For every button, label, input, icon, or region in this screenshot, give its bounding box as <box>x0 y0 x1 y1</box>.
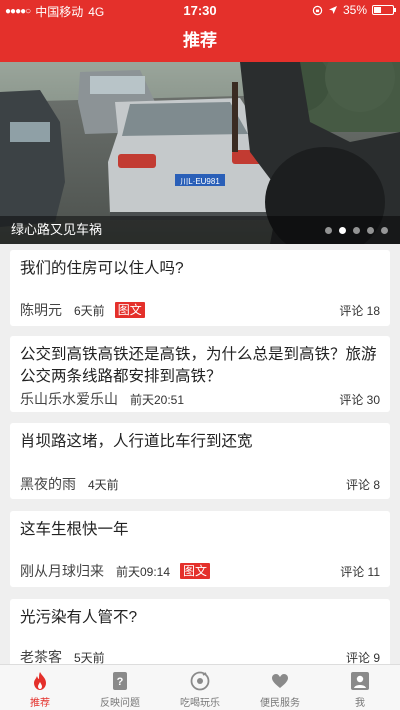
tab-question-doc[interactable]: ? 反映问题 <box>80 665 160 710</box>
post-comment-count[interactable]: 评论 30 <box>339 391 380 408</box>
location-arrow-icon <box>328 6 337 14</box>
carousel-dot[interactable] <box>381 227 388 234</box>
post-meta: 乐山乐水爱乐山 前天20:51 评论 30 <box>20 389 380 409</box>
post-author[interactable]: 黑夜的雨 <box>20 474 76 494</box>
page-title: 推荐 <box>183 31 217 50</box>
battery-percent: 35% <box>342 3 367 17</box>
post-time: 5天前 <box>74 650 105 665</box>
post-meta: 刚从月球归来 前天09:14 图文 评论 11 <box>20 561 380 581</box>
post-time: 4天前 <box>88 477 119 492</box>
post-title: 光污染有人管不? <box>20 609 138 626</box>
post-author[interactable]: 陈明元 <box>20 300 62 320</box>
tab-heart-hands[interactable]: 便民服务 <box>240 665 320 710</box>
post-card[interactable]: 我们的住房可以住人吗? 陈明元 6天前 图文 评论 18 <box>10 250 390 326</box>
carousel-indicator <box>325 227 388 234</box>
post-comment-count[interactable]: 评论 18 <box>339 302 380 319</box>
person-icon <box>349 671 371 691</box>
tab-label: 推荐 <box>30 698 50 709</box>
question-doc-icon: ? <box>109 671 131 691</box>
tab-flame[interactable]: 推荐 <box>0 665 80 710</box>
nav-bar: 推荐 <box>0 20 400 62</box>
tab-music-disc[interactable]: 吃喝玩乐 <box>160 665 240 710</box>
license-plate: 川L·EU981 <box>180 177 220 186</box>
post-meta: 陈明元 6天前 图文 评论 18 <box>20 300 380 320</box>
post-author[interactable]: 乐山乐水爱乐山 <box>20 389 118 409</box>
post-title: 我们的住房可以住人吗? <box>20 260 184 277</box>
svg-text:?: ? <box>117 676 124 688</box>
post-author[interactable]: 刚从月球归来 <box>20 561 104 581</box>
lock-rotation-icon <box>312 5 323 15</box>
post-time: 前天20:51 <box>130 392 185 407</box>
post-time: 6天前 <box>74 303 105 318</box>
music-disc-icon <box>189 671 211 691</box>
post-comment-count[interactable]: 评论 11 <box>340 563 380 580</box>
post-type-badge: 图文 <box>180 563 211 579</box>
post-title: 这车生根快一年 <box>20 521 129 538</box>
tab-label: 吃喝玩乐 <box>180 698 220 709</box>
carousel-dot[interactable] <box>367 227 374 234</box>
carousel-dot[interactable] <box>325 227 332 234</box>
tab-person[interactable]: 我 <box>320 665 400 710</box>
banner-carousel[interactable]: 川L·EU981 绿心路又见车祸 <box>0 62 400 244</box>
tab-label: 反映问题 <box>100 698 140 709</box>
tab-bar: 推荐? 反映问题 吃喝玩乐 便民服务 我 <box>0 664 400 710</box>
post-card[interactable]: 光污染有人管不? 老茶客 5天前 评论 9 <box>10 599 390 669</box>
heart-hands-icon <box>269 671 291 691</box>
status-right: 35% <box>312 3 396 17</box>
post-meta: 黑夜的雨 4天前 评论 8 <box>20 474 380 494</box>
post-type-badge: 图文 <box>114 302 145 318</box>
tab-label: 我 <box>355 698 365 709</box>
banner-caption: 绿心路又见车祸 <box>11 222 103 237</box>
post-card[interactable]: 这车生根快一年 刚从月球归来 前天09:14 图文 评论 11 <box>10 511 390 587</box>
post-title: 公交到高铁高铁还是高铁，为什么总是到高铁？旅游公交两条线路都安排到高铁？ <box>20 346 377 385</box>
post-card[interactable]: 公交到高铁高铁还是高铁，为什么总是到高铁？旅游公交两条线路都安排到高铁？ 乐山乐水… <box>10 336 390 412</box>
status-bar: ●●●●○ 中国移动 4G 17:30 35% <box>0 0 400 20</box>
carousel-dot[interactable] <box>353 227 360 234</box>
post-comment-count[interactable]: 评论 8 <box>346 476 380 493</box>
post-time: 前天09:14 <box>116 564 171 579</box>
tab-label: 便民服务 <box>260 698 300 709</box>
battery-icon <box>372 5 396 15</box>
flame-icon <box>29 671 51 691</box>
carousel-dot[interactable] <box>339 227 346 234</box>
post-title: 肖坝路这堵，人行道比车行到还宽 <box>20 433 253 450</box>
post-comment-count[interactable]: 评论 9 <box>346 649 380 666</box>
post-card[interactable]: 肖坝路这堵，人行道比车行到还宽 黑夜的雨 4天前 评论 8 <box>10 423 390 499</box>
